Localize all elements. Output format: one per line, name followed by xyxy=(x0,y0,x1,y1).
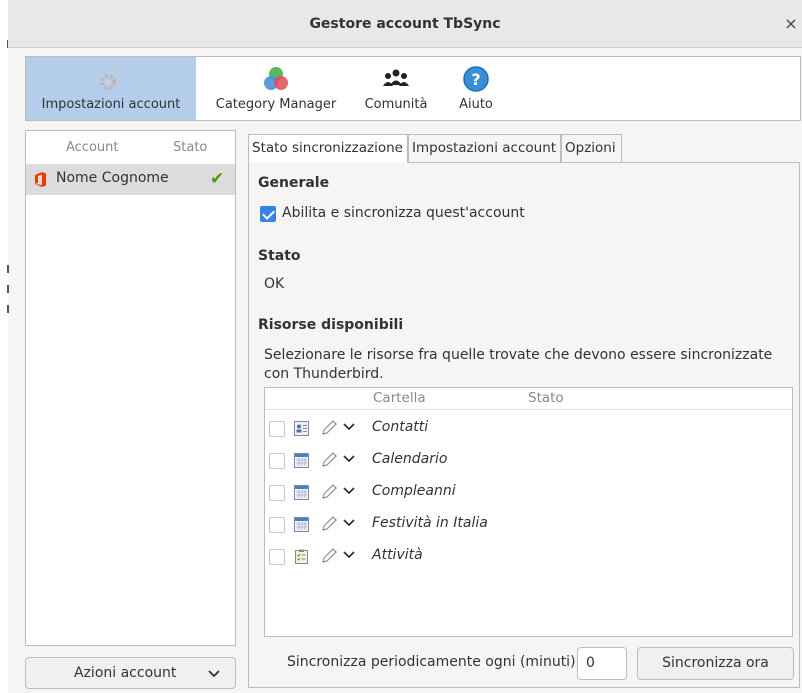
resource-checkbox[interactable] xyxy=(269,421,285,437)
resource-checkbox[interactable] xyxy=(269,453,285,469)
colored-circles-icon xyxy=(264,67,288,90)
toolbar-category-manager-button[interactable]: Category Manager xyxy=(202,57,350,120)
resource-name: Calendario xyxy=(372,451,448,467)
close-icon[interactable]: × xyxy=(782,14,800,33)
office-icon xyxy=(35,172,46,187)
status-value: OK xyxy=(264,276,285,292)
resource-row-calendar[interactable]: Calendario xyxy=(265,446,792,477)
window-left-edge xyxy=(0,0,9,693)
toolbar-label: Impostazioni account xyxy=(41,97,181,112)
account-name: Nome Cognome xyxy=(56,170,169,186)
account-actions-button[interactable]: Azioni account xyxy=(25,657,236,689)
folder-column-header[interactable]: Cartella xyxy=(373,390,426,406)
toolbar-label: Aiuto xyxy=(459,97,493,112)
resource-row-tasks[interactable]: Attività xyxy=(265,542,792,573)
resource-checkbox[interactable] xyxy=(269,517,285,533)
resource-name: Attività xyxy=(372,547,423,563)
general-heading: Generale xyxy=(258,175,330,191)
toolbar-account-settings-button[interactable]: Impostazioni account xyxy=(26,57,196,120)
sync-interval-input[interactable]: 0 xyxy=(577,647,627,680)
status-column-header[interactable]: Stato xyxy=(173,140,207,155)
tasks-icon xyxy=(295,549,308,564)
chevron-down-icon[interactable] xyxy=(343,454,355,464)
chevron-down-icon[interactable] xyxy=(343,422,355,432)
resource-name: Contatti xyxy=(372,419,429,435)
pencil-icon[interactable] xyxy=(321,548,337,564)
addressbook-icon xyxy=(294,421,309,436)
pencil-icon[interactable] xyxy=(321,516,337,532)
tab-options[interactable]: Opzioni xyxy=(561,134,622,162)
tab-sync-status[interactable]: Stato sincronizzazione xyxy=(248,134,408,163)
main-toolbar: Impostazioni account Category Manager Co… xyxy=(25,56,801,121)
help-icon: ? xyxy=(463,66,489,92)
resources-heading: Risorse disponibili xyxy=(258,317,404,333)
resources-table-header: Cartella Stato xyxy=(265,388,792,410)
window-title: Gestore account TbSync xyxy=(309,15,501,32)
resource-row-holidays[interactable]: Festività in Italia xyxy=(265,510,792,541)
chevron-down-icon[interactable] xyxy=(343,518,355,528)
tab-account-settings[interactable]: Impostazioni account xyxy=(408,134,561,162)
people-icon xyxy=(383,69,409,86)
resource-name: Compleanni xyxy=(372,483,456,499)
chevron-down-icon[interactable] xyxy=(343,550,355,560)
resource-checkbox[interactable] xyxy=(269,485,285,501)
resources-table: Cartella Stato Contatti Calendario Compl… xyxy=(264,387,793,637)
resource-row-contacts[interactable]: Contatti xyxy=(265,414,792,445)
sync-status-panel: Generale Abilita e sincronizza quest'acc… xyxy=(248,162,800,688)
pencil-icon[interactable] xyxy=(321,420,337,436)
toolbar-label: Category Manager xyxy=(215,97,337,112)
pencil-icon[interactable] xyxy=(321,452,337,468)
resource-row-birthdays[interactable]: Compleanni xyxy=(265,478,792,509)
resource-checkbox[interactable] xyxy=(269,549,285,565)
account-row[interactable]: Nome Cognome ✔ xyxy=(26,165,235,195)
gears-icon xyxy=(100,67,124,90)
sync-interval-label: Sincronizza periodicamente ogni (minuti) xyxy=(287,654,576,670)
calendar-icon xyxy=(294,453,309,468)
checkmark-icon: ✔ xyxy=(210,169,225,189)
toolbar-help-button[interactable]: ? Aiuto xyxy=(446,57,506,120)
svg-text:?: ? xyxy=(471,70,480,89)
resource-name: Festività in Italia xyxy=(372,515,488,531)
status-column-header[interactable]: Stato xyxy=(528,390,564,406)
enable-account-label: Abilita e sincronizza quest'account xyxy=(282,205,525,221)
sync-now-button[interactable]: Sincronizza ora xyxy=(637,647,794,680)
status-heading: Stato xyxy=(258,248,301,264)
chevron-down-icon[interactable] xyxy=(343,486,355,496)
title-bar: Gestore account TbSync × xyxy=(8,0,802,48)
chevron-down-icon xyxy=(208,670,220,678)
resources-description: Selezionare le risorse fra quelle trovat… xyxy=(264,347,773,382)
account-list-header: Account Stato xyxy=(26,131,235,165)
enable-account-checkbox[interactable] xyxy=(260,206,276,222)
calendar-icon xyxy=(294,485,309,500)
account-list: Account Stato Nome Cognome ✔ xyxy=(25,130,236,646)
toolbar-label: Comunità xyxy=(364,97,428,112)
account-column-header[interactable]: Account xyxy=(66,140,119,155)
toolbar-community-button[interactable]: Comunità xyxy=(356,57,436,120)
account-actions-label: Azioni account xyxy=(74,665,177,681)
calendar-icon xyxy=(294,517,309,532)
pencil-icon[interactable] xyxy=(321,484,337,500)
